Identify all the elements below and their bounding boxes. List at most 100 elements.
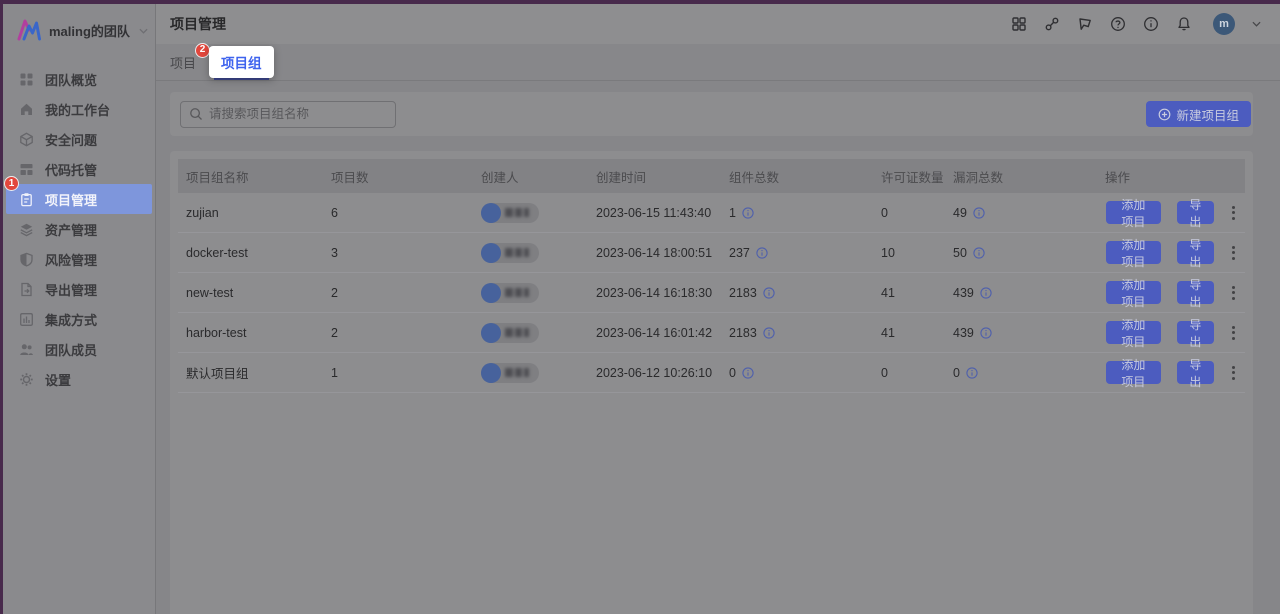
tour-step-2-badge: 2 bbox=[195, 43, 210, 58]
info-icon[interactable] bbox=[980, 287, 992, 299]
add-project-button[interactable]: 添加项目 bbox=[1106, 361, 1161, 384]
add-project-button[interactable]: 添加项目 bbox=[1106, 201, 1161, 224]
brand-logo-icon bbox=[15, 18, 42, 42]
info-icon[interactable] bbox=[966, 367, 978, 379]
created-at: 2023-06-14 16:18:30 bbox=[588, 286, 721, 300]
team-name: maling的团队 bbox=[49, 21, 130, 40]
table-header-row: 项目组名称 项目数 创建人 创建时间 组件总数 许可证数量 漏洞总数 操作 bbox=[178, 159, 1245, 193]
sidebar-item-my-workbench[interactable]: 我的工作台 bbox=[3, 94, 155, 124]
info-icon[interactable] bbox=[756, 247, 768, 259]
sidebar-item-team-overview[interactable]: 团队概览 bbox=[3, 64, 155, 94]
chevron-down-icon bbox=[139, 21, 148, 39]
tab-project-groups[interactable]: 项目组 bbox=[209, 46, 274, 78]
search-input[interactable] bbox=[209, 107, 387, 121]
vuln-count-cell: 0 bbox=[945, 366, 1097, 380]
info-icon[interactable] bbox=[980, 327, 992, 339]
info-icon[interactable] bbox=[742, 207, 754, 219]
sidebar-item-export-management[interactable]: 导出管理 bbox=[3, 274, 155, 304]
more-actions-icon[interactable] bbox=[1230, 283, 1237, 303]
sidebar-item-label: 资产管理 bbox=[45, 220, 97, 239]
sidebar-nav: 团队概览 我的工作台 安全问题 代码托管 1 bbox=[3, 54, 155, 394]
sidebar-item-label: 团队概览 bbox=[45, 70, 97, 89]
vuln-count-cell: 439 bbox=[945, 286, 1097, 300]
chevron-down-icon[interactable] bbox=[1252, 21, 1261, 27]
creator-tag bbox=[481, 323, 539, 343]
table-row: docker-test 3 2023-06-14 18:00:51 237 10 bbox=[178, 233, 1245, 273]
link-icon[interactable] bbox=[1044, 16, 1060, 32]
export-button[interactable]: 导出 bbox=[1177, 281, 1214, 304]
info-icon[interactable] bbox=[763, 287, 775, 299]
sidebar-item-label: 团队成员 bbox=[45, 340, 97, 359]
license-count: 0 bbox=[873, 206, 945, 220]
team-switcher[interactable]: maling的团队 bbox=[3, 4, 155, 54]
main-area: 项目管理 m bbox=[156, 4, 1280, 614]
created-at: 2023-06-14 18:00:51 bbox=[588, 246, 721, 260]
sidebar-item-label: 项目管理 bbox=[45, 190, 97, 209]
add-project-button[interactable]: 添加项目 bbox=[1106, 241, 1161, 264]
creator-avatar bbox=[481, 243, 501, 263]
help-icon[interactable] bbox=[1110, 16, 1126, 32]
sidebar-item-security-issues[interactable]: 安全问题 bbox=[3, 124, 155, 154]
creator-tag bbox=[481, 203, 539, 223]
project-group-table: 项目组名称 项目数 创建人 创建时间 组件总数 许可证数量 漏洞总数 操作 zu… bbox=[170, 151, 1253, 614]
export-button[interactable]: 导出 bbox=[1177, 321, 1214, 344]
creator-cell bbox=[473, 243, 588, 263]
info-icon[interactable] bbox=[1143, 16, 1159, 32]
more-actions-icon[interactable] bbox=[1230, 323, 1237, 343]
more-actions-icon[interactable] bbox=[1230, 363, 1237, 383]
table-row: new-test 2 2023-06-14 16:18:30 2183 41 bbox=[178, 273, 1245, 313]
vuln-count-cell: 439 bbox=[945, 326, 1097, 340]
sidebar-item-integration[interactable]: 集成方式 bbox=[3, 304, 155, 334]
new-project-group-button[interactable]: 新建项目组 bbox=[1146, 101, 1251, 127]
info-icon[interactable] bbox=[763, 327, 775, 339]
col-header: 项目组名称 bbox=[178, 167, 323, 186]
created-at: 2023-06-15 11:43:40 bbox=[588, 206, 721, 220]
col-header: 许可证数量 bbox=[873, 167, 945, 186]
component-count: 237 bbox=[729, 246, 750, 260]
search-icon bbox=[189, 107, 203, 121]
component-count: 2183 bbox=[729, 326, 757, 340]
sidebar-item-settings[interactable]: 设置 bbox=[3, 364, 155, 394]
feedback-flag-icon[interactable] bbox=[1077, 16, 1093, 32]
info-icon[interactable] bbox=[742, 367, 754, 379]
col-header: 创建时间 bbox=[588, 167, 721, 186]
sidebar-item-risk-management[interactable]: 风险管理 bbox=[3, 244, 155, 274]
apps-grid-icon[interactable] bbox=[1011, 16, 1027, 32]
export-button[interactable]: 导出 bbox=[1177, 361, 1214, 384]
sidebar-item-project-management[interactable]: 1 项目管理 bbox=[6, 184, 152, 214]
created-at: 2023-06-14 16:01:42 bbox=[588, 326, 721, 340]
add-project-button[interactable]: 添加项目 bbox=[1106, 281, 1161, 304]
vuln-count: 439 bbox=[953, 286, 974, 300]
user-avatar[interactable]: m bbox=[1213, 13, 1235, 35]
col-header: 操作 bbox=[1097, 167, 1245, 186]
creator-avatar bbox=[481, 363, 501, 383]
home-icon bbox=[19, 102, 34, 117]
sidebar-item-label: 安全问题 bbox=[45, 130, 97, 149]
topbar-icons: m bbox=[1011, 13, 1261, 35]
col-header: 漏洞总数 bbox=[945, 167, 1097, 186]
creator-tag bbox=[481, 243, 539, 263]
creator-redacted-name bbox=[505, 208, 529, 217]
component-count-cell: 237 bbox=[721, 246, 873, 260]
add-project-button[interactable]: 添加项目 bbox=[1106, 321, 1161, 344]
sidebar-item-asset-management[interactable]: 资产管理 bbox=[3, 214, 155, 244]
bell-icon[interactable] bbox=[1176, 16, 1192, 32]
more-actions-icon[interactable] bbox=[1230, 203, 1237, 223]
info-icon[interactable] bbox=[973, 247, 985, 259]
info-icon[interactable] bbox=[973, 207, 985, 219]
creator-redacted-name bbox=[505, 368, 529, 377]
created-at: 2023-06-12 10:26:10 bbox=[588, 366, 721, 380]
creator-avatar bbox=[481, 283, 501, 303]
tab-projects[interactable]: 项目 2 bbox=[170, 53, 196, 72]
sidebar-item-team-members[interactable]: 团队成员 bbox=[3, 334, 155, 364]
toolbar: 新建项目组 bbox=[170, 92, 1253, 136]
layers-icon bbox=[19, 222, 34, 237]
vuln-count: 0 bbox=[953, 366, 960, 380]
vuln-count: 439 bbox=[953, 326, 974, 340]
sidebar-item-code-hosting[interactable]: 代码托管 bbox=[3, 154, 155, 184]
sidebar-item-label: 设置 bbox=[45, 370, 71, 389]
export-button[interactable]: 导出 bbox=[1177, 241, 1214, 264]
export-button[interactable]: 导出 bbox=[1177, 201, 1214, 224]
cube-icon bbox=[19, 132, 34, 147]
more-actions-icon[interactable] bbox=[1230, 243, 1237, 263]
